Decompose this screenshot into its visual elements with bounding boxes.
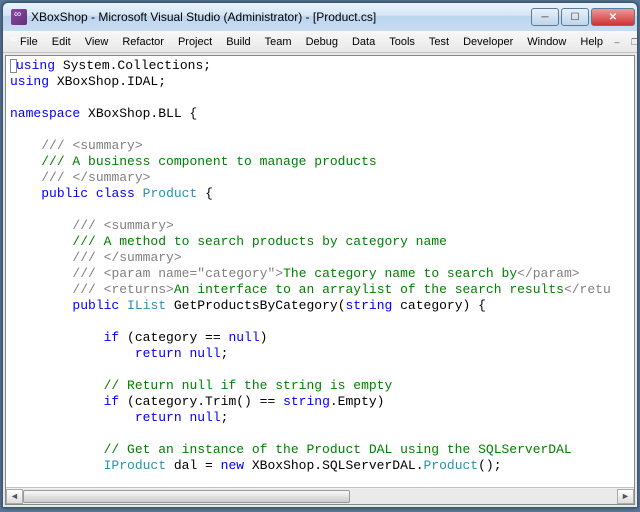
scroll-thumb[interactable] [23,490,350,503]
scroll-left-button[interactable]: ◄ [6,489,23,504]
menu-build[interactable]: Build [219,34,257,50]
menu-refactor[interactable]: Refactor [115,34,171,50]
editor: using System.Collections;using XBoxShop.… [5,55,635,505]
minimize-button[interactable]: ─ [531,8,559,26]
mdi-restore-button[interactable]: ❐ [628,36,640,48]
mdi-minimize-button[interactable]: – [610,36,624,48]
scroll-track[interactable] [23,489,617,504]
maximize-button[interactable]: ☐ [561,8,589,26]
menu-window[interactable]: Window [520,34,573,50]
window-controls: ─ ☐ ✕ [531,8,635,26]
menu-developer[interactable]: Developer [456,34,520,50]
app-window: XBoxShop - Microsoft Visual Studio (Admi… [2,2,638,508]
close-button[interactable]: ✕ [591,8,635,26]
menubar: File Edit View Refactor Project Build Te… [3,31,637,53]
vs-icon [11,9,27,25]
titlebar[interactable]: XBoxShop - Microsoft Visual Studio (Admi… [3,3,637,31]
mdi-controls: – ❐ × [610,36,640,48]
menu-data[interactable]: Data [345,34,382,50]
menu-file[interactable]: File [13,34,45,50]
menu-team[interactable]: Team [258,34,299,50]
code-area[interactable]: using System.Collections;using XBoxShop.… [6,56,634,487]
menu-project[interactable]: Project [171,34,219,50]
horizontal-scrollbar[interactable]: ◄ ► [6,487,634,504]
window-title: XBoxShop - Microsoft Visual Studio (Admi… [31,10,531,24]
menu-test[interactable]: Test [422,34,456,50]
menu-help[interactable]: Help [573,34,610,50]
menu-edit[interactable]: Edit [45,34,78,50]
menu-tools[interactable]: Tools [382,34,422,50]
scroll-right-button[interactable]: ► [617,489,634,504]
menu-debug[interactable]: Debug [299,34,345,50]
menu-view[interactable]: View [78,34,116,50]
